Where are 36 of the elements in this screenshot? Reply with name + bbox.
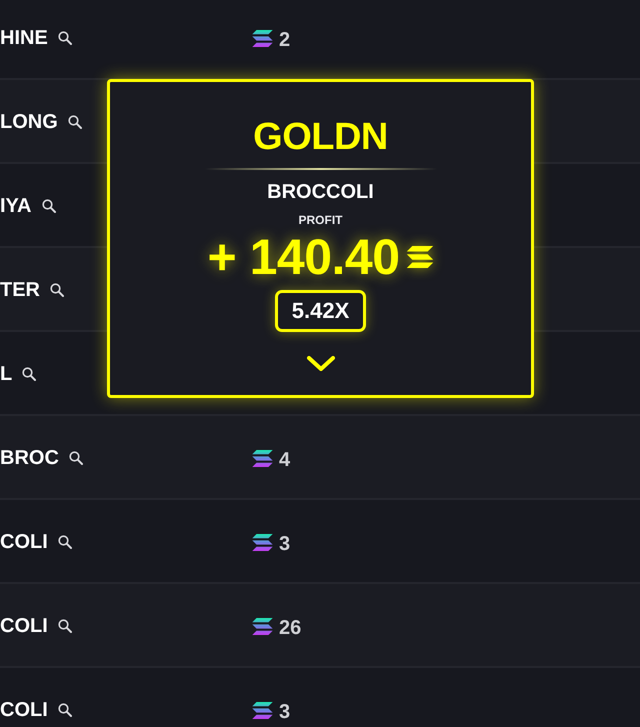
token-name: IYA — [0, 196, 32, 216]
search-icon[interactable] — [58, 619, 72, 633]
count: 4 — [279, 450, 290, 470]
search-icon[interactable] — [42, 199, 56, 213]
multiplier-badge: 5.42X — [274, 290, 366, 332]
triple-bar-icon — [252, 30, 273, 46]
token-name: LONG — [0, 112, 58, 132]
search-icon[interactable] — [58, 535, 72, 549]
card-title: GOLDN — [253, 118, 388, 156]
table-row[interactable]: BROC 4 — [0, 416, 640, 500]
token-name: BROCCOLI — [267, 182, 374, 202]
search-icon[interactable] — [50, 283, 64, 297]
triple-bar-icon — [252, 450, 273, 466]
search-icon[interactable] — [68, 451, 83, 465]
count: 3 — [279, 534, 290, 554]
search-icon[interactable] — [58, 31, 72, 45]
chevron-down-icon[interactable] — [306, 356, 334, 371]
count: 2 — [279, 30, 290, 50]
table-row[interactable]: COLI 26 — [0, 584, 640, 668]
token-name: COLI — [0, 532, 48, 552]
triple-bar-icon — [252, 702, 273, 718]
count: 3 — [279, 702, 290, 722]
token-name: COLI — [0, 616, 48, 636]
triple-bar-icon — [252, 534, 273, 550]
token-name: L — [0, 364, 12, 384]
triple-bar-icon — [406, 246, 434, 268]
token-name: TER — [0, 280, 40, 300]
count: 26 — [279, 618, 302, 638]
triple-bar-icon — [252, 618, 273, 634]
search-icon[interactable] — [22, 367, 36, 381]
token-name: COLI — [0, 700, 48, 720]
profit-label: PROFIT — [298, 214, 342, 226]
search-icon[interactable] — [58, 703, 72, 717]
token-name: HINE — [0, 28, 48, 48]
token-name: BROC — [0, 448, 59, 468]
search-icon[interactable] — [68, 115, 82, 129]
